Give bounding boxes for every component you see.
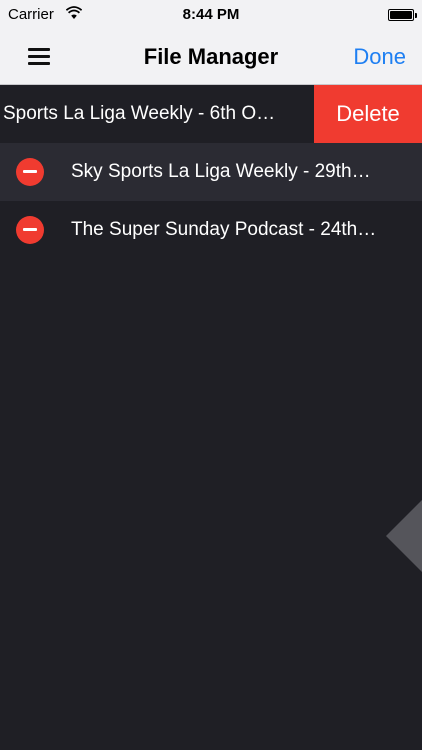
battery-icon — [388, 9, 417, 21]
delete-button[interactable]: Delete — [314, 85, 422, 143]
file-row-swiped[interactable]: Sports La Liga Weekly - 6th O… Delete — [0, 85, 422, 143]
battery-fill — [390, 11, 412, 19]
file-row[interactable]: The Super Sunday Podcast - 24th… — [0, 201, 422, 259]
delete-minus-icon[interactable] — [16, 158, 44, 186]
delete-minus-icon[interactable] — [16, 216, 44, 244]
done-button[interactable]: Done — [353, 44, 406, 70]
file-row-label: The Super Sunday Podcast - 24th… — [71, 219, 377, 240]
status-bar: Carrier 8:44 PM — [0, 0, 422, 30]
file-row[interactable]: Sky Sports La Liga Weekly - 29th… — [0, 143, 422, 201]
navigation-bar: File Manager Done — [0, 30, 422, 85]
drawer-handle-icon[interactable] — [386, 500, 422, 572]
file-row-label: Sports La Liga Weekly - 6th O… — [3, 103, 276, 124]
status-time: 8:44 PM — [182, 6, 240, 23]
file-row-label: Sky Sports La Liga Weekly - 29th… — [71, 161, 371, 182]
